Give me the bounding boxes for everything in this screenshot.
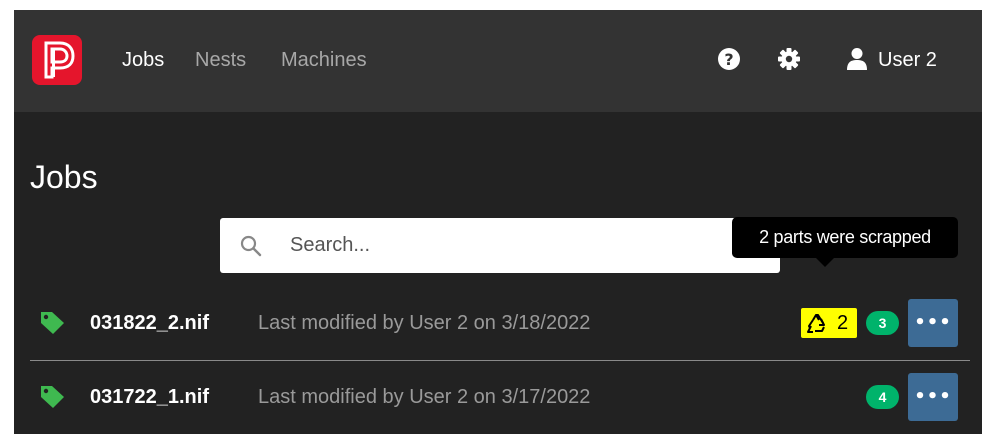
job-name[interactable]: 031822_2.nif [90, 311, 209, 335]
search-icon [240, 235, 262, 257]
nav-link-jobs[interactable]: Jobs [122, 48, 164, 72]
logo-icon[interactable] [32, 35, 82, 85]
count-badge: 4 [866, 385, 899, 409]
tooltip-arrow [816, 258, 834, 267]
scrap-count: 2 [837, 312, 849, 334]
svg-text:?: ? [724, 50, 733, 69]
job-meta: Last modified by User 2 on 3/17/2022 [258, 386, 591, 408]
job-meta: Last modified by User 2 on 3/18/2022 [258, 312, 591, 334]
search-input[interactable] [290, 218, 760, 273]
page-title: Jobs [30, 159, 98, 195]
row-divider [30, 360, 970, 361]
job-row[interactable]: 031822_2.nif Last modified by User 2 on … [30, 291, 970, 355]
nav-link-nests[interactable]: Nests [195, 48, 246, 72]
top-navbar: Jobs Nests Machines ? User 2 [14, 10, 982, 112]
gear-icon[interactable] [776, 46, 802, 72]
count-badge: 3 [866, 311, 899, 335]
job-row[interactable]: 031722_1.nif Last modified by User 2 on … [30, 365, 970, 429]
recycle-icon [807, 314, 825, 333]
user-icon[interactable] [844, 46, 870, 72]
search-box[interactable] [220, 218, 780, 273]
tag-icon [40, 311, 66, 340]
app-window: Jobs Nests Machines ? User 2 Jobs Search… [14, 10, 982, 434]
scrap-badge[interactable]: 2 [801, 308, 857, 338]
job-name[interactable]: 031722_1.nif [90, 385, 209, 409]
nav-link-machines[interactable]: Machines [281, 48, 367, 72]
scrapped-tooltip: 2 parts were scrapped [732, 217, 958, 258]
tag-icon [40, 385, 66, 414]
help-icon[interactable]: ? [716, 46, 742, 72]
more-actions-button[interactable]: ••• [908, 299, 958, 347]
more-actions-button[interactable]: ••• [908, 373, 958, 421]
user-menu-label[interactable]: User 2 [878, 48, 937, 72]
